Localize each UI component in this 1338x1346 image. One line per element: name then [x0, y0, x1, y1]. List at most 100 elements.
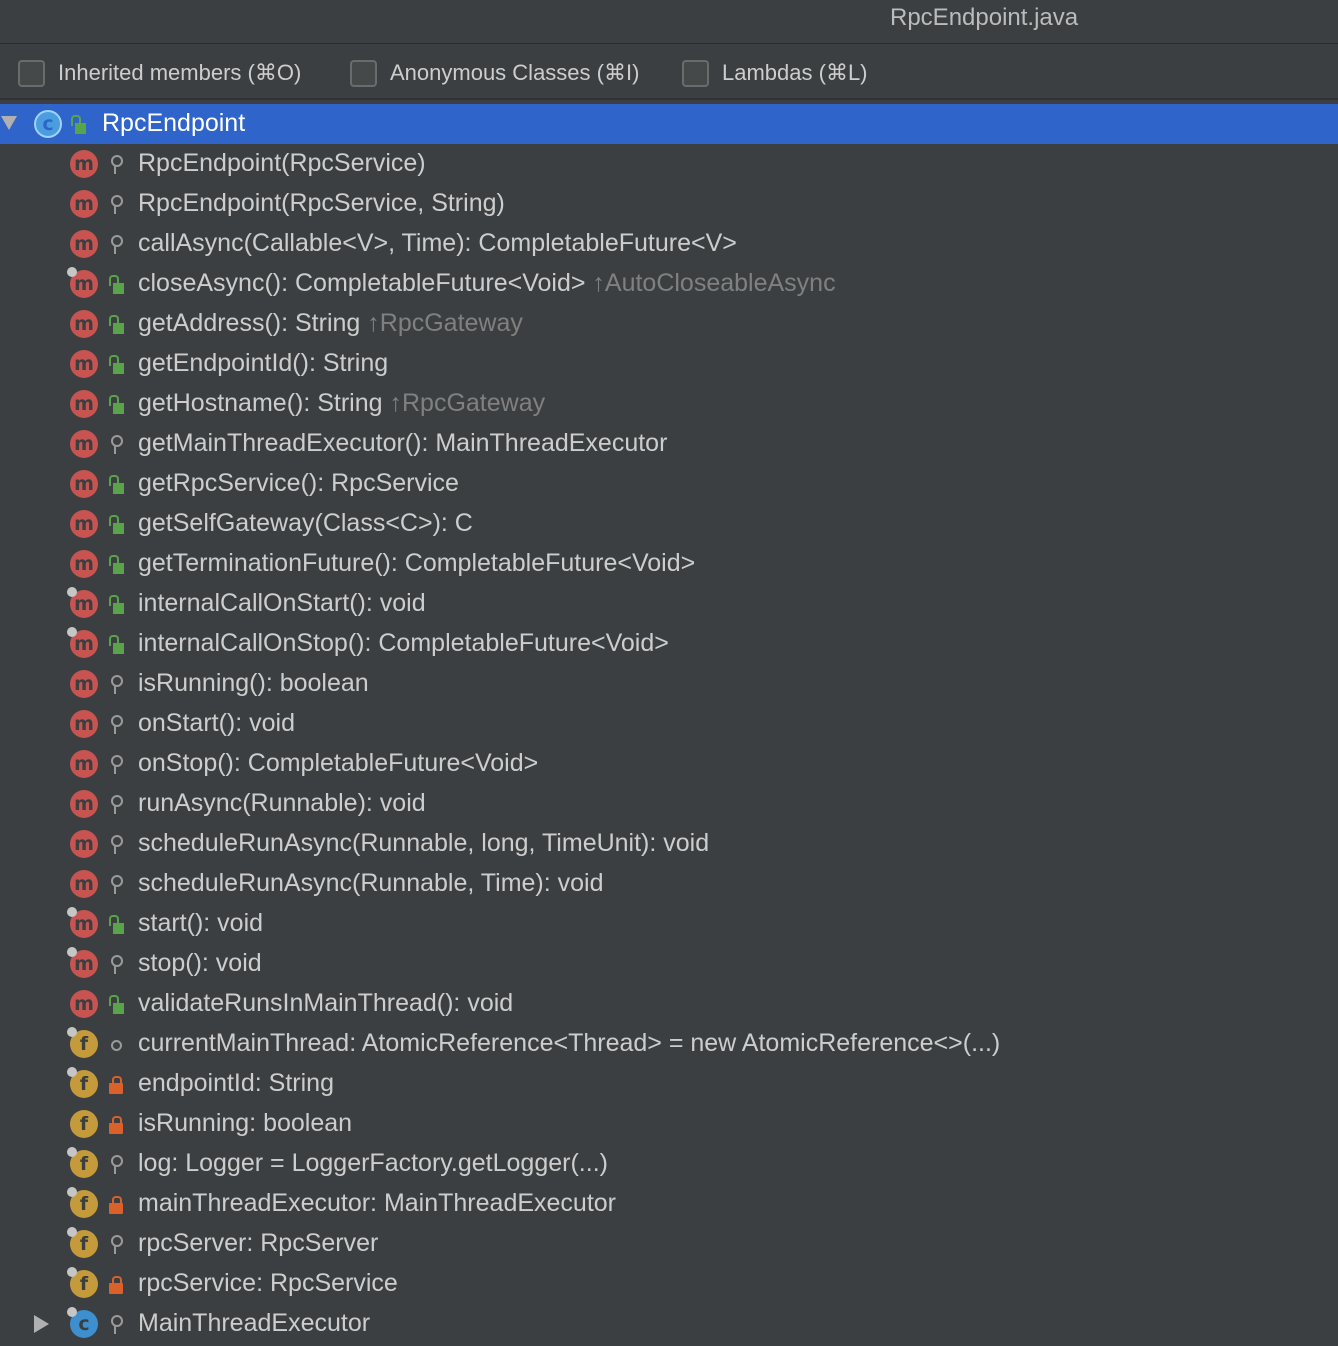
- field-icon: f: [67, 1267, 98, 1298]
- method-icon: m: [70, 750, 98, 778]
- class-icon: c: [67, 1307, 98, 1338]
- checkbox-label: Inherited members (⌘O): [58, 60, 302, 85]
- checkbox-box[interactable]: [682, 59, 709, 87]
- member-text: start(): void: [138, 909, 264, 937]
- private-lock-icon: [108, 1073, 124, 1095]
- tree-member-row[interactable]: m internalCallOnStart(): void: [0, 584, 1338, 624]
- tree-member-row[interactable]: m callAsync(Callable<V>, Time): Completab…: [0, 224, 1338, 264]
- method-icon: m: [67, 587, 98, 618]
- method-icon: m: [70, 870, 98, 898]
- lambdas-checkbox[interactable]: Lambdas (⌘L): [682, 58, 868, 88]
- tree-member-row[interactable]: m getMainThreadExecutor(): MainThreadExec…: [0, 424, 1338, 464]
- tree-member-row[interactable]: m getEndpointId(): String: [0, 344, 1338, 384]
- tree-member-row[interactable]: f log: Logger = LoggerFactory.getLogger(.…: [0, 1144, 1338, 1184]
- key-visibility-icon: [108, 833, 124, 855]
- inherited-members-checkbox[interactable]: Inherited members (⌘O): [18, 58, 301, 88]
- override-marker-icon: [67, 1307, 77, 1317]
- member-text: validateRunsInMainThread(): void: [138, 989, 514, 1017]
- inherited-from-label: ↑RpcGateway: [360, 309, 523, 337]
- tree-member-row[interactable]: m getRpcService(): RpcService: [0, 464, 1338, 504]
- tree-member-row[interactable]: m scheduleRunAsync(Runnable, Time): void: [0, 864, 1338, 904]
- member-text: scheduleRunAsync(Runnable, Time): void: [138, 869, 604, 897]
- key-visibility-icon: [108, 1153, 124, 1175]
- tree-member-row[interactable]: m runAsync(Runnable): void: [0, 784, 1338, 824]
- method-icon: m: [70, 390, 98, 418]
- key-visibility-icon: [108, 1313, 124, 1335]
- member-text: rpcServer: RpcServer: [138, 1229, 379, 1257]
- public-visibility-icon: [108, 553, 124, 575]
- checkbox-label: Lambdas (⌘L): [722, 60, 868, 85]
- tree-member-row[interactable]: m getAddress(): String ↑RpcGateway: [0, 304, 1338, 344]
- member-text: callAsync(Callable<V>, Time): Completabl…: [138, 229, 737, 257]
- member-signature: scheduleRunAsync(Runnable, long, TimeUni…: [138, 829, 709, 858]
- tree-member-row[interactable]: m validateRunsInMainThread(): void: [0, 984, 1338, 1024]
- public-visibility-icon: [108, 593, 124, 615]
- key-visibility-icon: [108, 713, 124, 735]
- tree-member-row[interactable]: m onStart(): void: [0, 704, 1338, 744]
- tree-member-row[interactable]: m stop(): void: [0, 944, 1338, 984]
- tree-member-row[interactable]: m getTerminationFuture(): CompletableFutu…: [0, 544, 1338, 584]
- collapse-arrow-icon[interactable]: [1, 116, 17, 130]
- member-text: isRunning: boolean: [138, 1109, 353, 1137]
- method-icon: m: [67, 907, 98, 938]
- tree-member-row[interactable]: m closeAsync(): CompletableFuture<Void> ↑…: [0, 264, 1338, 304]
- tree-member-row[interactable]: m isRunning(): boolean: [0, 664, 1338, 704]
- member-text: scheduleRunAsync(Runnable, long, TimeUni…: [138, 829, 710, 857]
- structure-tree: c RpcEndpoint m RpcEndpoint(RpcService) m R…: [0, 104, 1338, 1346]
- tree-root-row[interactable]: c RpcEndpoint: [0, 104, 1338, 144]
- member-signature: internalCallOnStop(): CompletableFuture<…: [138, 629, 669, 658]
- inner-class-name: MainThreadExecutor: [138, 1309, 370, 1338]
- member-signature: RpcEndpoint(RpcService, String): [138, 189, 505, 218]
- method-icon: m: [70, 550, 98, 578]
- public-visibility-icon: [108, 393, 124, 415]
- member-text: RpcEndpoint(RpcService, String): [138, 189, 505, 217]
- public-visibility-icon: [108, 313, 124, 335]
- key-visibility-icon: [108, 873, 124, 895]
- tree-member-row[interactable]: f endpointId: String: [0, 1064, 1338, 1104]
- public-visibility-icon: [108, 273, 124, 295]
- key-visibility-icon: [108, 673, 124, 695]
- tree-member-row[interactable]: m internalCallOnStop(): CompletableFuture…: [0, 624, 1338, 664]
- tree-member-row[interactable]: m start(): void: [0, 904, 1338, 944]
- tree-member-row[interactable]: f mainThreadExecutor: MainThreadExecutor: [0, 1184, 1338, 1224]
- anonymous-classes-checkbox[interactable]: Anonymous Classes (⌘I): [350, 58, 639, 88]
- member-text: stop(): void: [138, 949, 262, 977]
- override-marker-icon: [67, 627, 77, 637]
- member-signature: isRunning(): boolean: [138, 669, 369, 698]
- method-icon: m: [70, 830, 98, 858]
- method-icon: m: [70, 350, 98, 378]
- public-visibility-icon: [108, 913, 124, 935]
- method-icon: m: [70, 510, 98, 538]
- tree-member-row[interactable]: m RpcEndpoint(RpcService): [0, 144, 1338, 184]
- tree-member-row[interactable]: m onStop(): CompletableFuture<Void>: [0, 744, 1338, 784]
- member-text: onStart(): void: [138, 709, 296, 737]
- member-text: log: Logger = LoggerFactory.getLogger(..…: [138, 1149, 608, 1177]
- checkbox-box[interactable]: [18, 59, 45, 87]
- public-visibility-icon: [108, 633, 124, 655]
- override-marker-icon: [67, 587, 77, 597]
- member-text: mainThreadExecutor: MainThreadExecutor: [138, 1189, 617, 1217]
- expand-arrow-icon[interactable]: [34, 1315, 49, 1333]
- override-marker-icon: [67, 947, 77, 957]
- method-icon: m: [67, 267, 98, 298]
- tree-member-row[interactable]: m getHostname(): String ↑RpcGateway: [0, 384, 1338, 424]
- method-icon: m: [70, 790, 98, 818]
- tree-member-row[interactable]: m getSelfGateway(Class<C>): C: [0, 504, 1338, 544]
- method-icon: m: [70, 150, 98, 178]
- tree-member-row[interactable]: f rpcService: RpcService: [0, 1264, 1338, 1304]
- field-icon: f: [67, 1147, 98, 1178]
- tree-member-row[interactable]: f rpcServer: RpcServer: [0, 1224, 1338, 1264]
- tree-member-row[interactable]: f isRunning: boolean: [0, 1104, 1338, 1144]
- inner-class-row[interactable]: c MainThreadExecutor: [0, 1304, 1338, 1344]
- member-signature: getEndpointId(): String: [138, 349, 388, 378]
- checkbox-box[interactable]: [350, 59, 377, 87]
- key-visibility-icon: [108, 1233, 124, 1255]
- member-text: RpcEndpoint(RpcService): [138, 149, 426, 177]
- tree-member-row[interactable]: m RpcEndpoint(RpcService, String): [0, 184, 1338, 224]
- member-text: onStop(): CompletableFuture<Void>: [138, 749, 539, 777]
- method-icon: m: [70, 990, 98, 1018]
- tree-member-row[interactable]: f currentMainThread: AtomicReference<Thre…: [0, 1024, 1338, 1064]
- tree-member-row[interactable]: m scheduleRunAsync(Runnable, long, TimeUn…: [0, 824, 1338, 864]
- override-marker-icon: [67, 1227, 77, 1237]
- window-titlebar: RpcEndpoint.java: [0, 0, 1338, 44]
